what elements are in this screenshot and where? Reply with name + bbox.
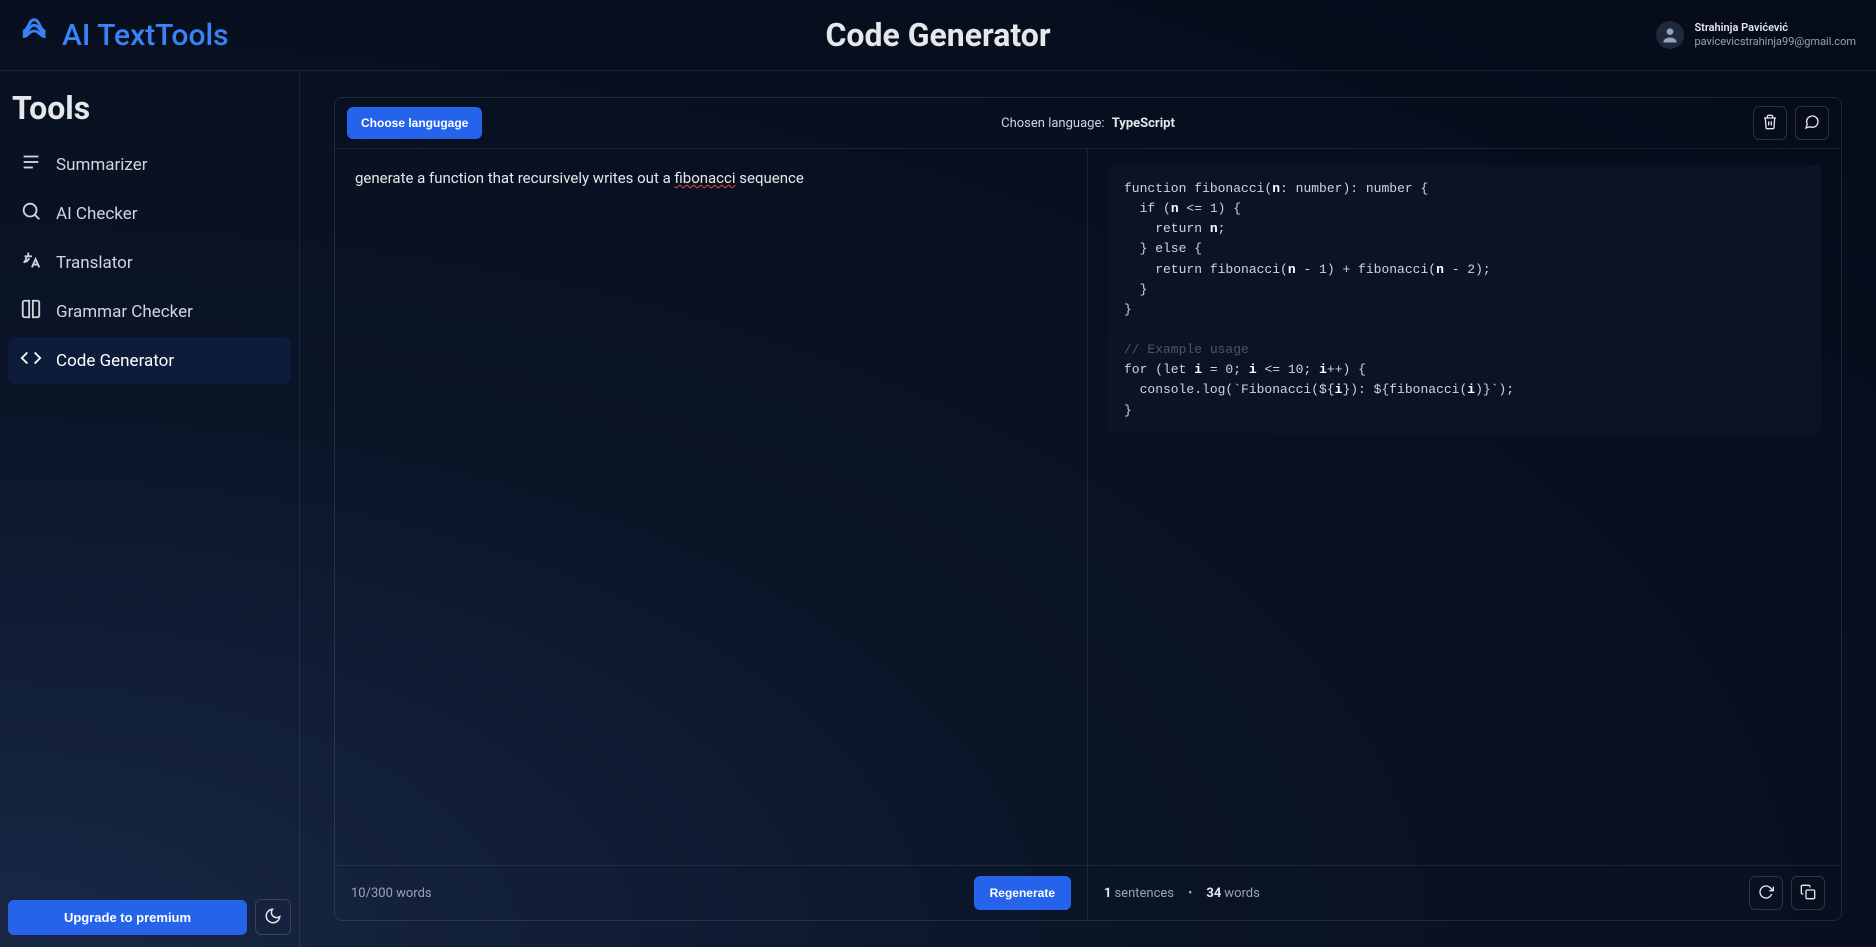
code-icon [20, 347, 42, 374]
copy-output-button[interactable] [1791, 876, 1825, 910]
prompt-text-pre: generate a function that recursively wri… [355, 169, 674, 187]
chosen-language-prefix: Chosen language: [1001, 116, 1104, 131]
sidebar-item-label: Code Generator [56, 351, 174, 371]
avatar [1656, 21, 1684, 49]
sidebar-item-grammar-checker[interactable]: Grammar Checker [8, 288, 291, 335]
sidebar-item-translator[interactable]: Translator [8, 239, 291, 286]
choose-language-button[interactable]: Choose langugage [347, 107, 482, 139]
prompt-text-post: sequence [736, 169, 804, 187]
user-menu[interactable]: Strahinja Pavićević pavicevicstrahinja99… [1656, 21, 1856, 50]
app-header: AI TextTools Code Generator Strahinja Pa… [0, 0, 1876, 71]
chat-icon [1804, 114, 1820, 133]
brand-logo-icon [20, 14, 54, 56]
refresh-icon [1758, 884, 1774, 903]
sidebar-item-summarizer[interactable]: Summarizer [8, 141, 291, 188]
refresh-output-button[interactable] [1749, 876, 1783, 910]
list-icon [20, 151, 42, 178]
search-icon [20, 200, 42, 227]
output-stats: 1sentences • 34words [1104, 886, 1260, 901]
brand-logo[interactable]: AI TextTools [20, 14, 229, 56]
sidebar-item-label: Translator [56, 253, 133, 273]
translate-icon [20, 249, 42, 276]
code-block[interactable]: function fibonacci(n: number): number { … [1108, 165, 1821, 435]
sidebar-title: Tools [8, 89, 291, 141]
theme-toggle-button[interactable] [255, 899, 291, 935]
sentences-value: 1 [1104, 886, 1111, 901]
sidebar: Tools Summarizer AI Checker Translator [0, 71, 300, 947]
prompt-text-misspelled: fibonacci [674, 169, 735, 187]
upgrade-button[interactable]: Upgrade to premium [8, 900, 247, 935]
copy-icon [1800, 884, 1816, 903]
moon-icon [264, 907, 282, 928]
sidebar-item-code-generator[interactable]: Code Generator [8, 337, 291, 384]
regenerate-button[interactable]: Regenerate [974, 876, 1071, 910]
trash-icon [1762, 114, 1778, 133]
sidebar-item-label: Summarizer [56, 155, 148, 175]
sentences-label: sentences [1114, 886, 1174, 901]
delete-button[interactable] [1753, 106, 1787, 140]
brand-name: AI TextTools [62, 18, 229, 53]
user-email: pavicevicstrahinja99@gmail.com [1694, 35, 1856, 49]
panel-header: Choose langugage Chosen language: TypeSc… [335, 98, 1841, 149]
sidebar-item-ai-checker[interactable]: AI Checker [8, 190, 291, 237]
prompt-input[interactable]: generate a function that recursively wri… [335, 149, 1088, 865]
user-name: Strahinja Pavićević [1694, 21, 1856, 35]
words-label: words [1224, 886, 1260, 901]
input-word-counter: 10/300 words [351, 886, 432, 901]
content-area: Choose langugage Chosen language: TypeSc… [300, 71, 1876, 947]
page-title: Code Generator [825, 16, 1050, 54]
book-icon [20, 298, 42, 325]
code-output: function fibonacci(n: number): number { … [1088, 149, 1841, 865]
chosen-language-label: Chosen language: TypeScript [1001, 116, 1175, 131]
stats-separator: • [1188, 886, 1192, 901]
chosen-language-value: TypeScript [1112, 116, 1175, 131]
sidebar-item-label: Grammar Checker [56, 302, 193, 322]
words-value: 34 [1206, 886, 1221, 901]
generator-panel: Choose langugage Chosen language: TypeSc… [334, 97, 1842, 921]
user-text: Strahinja Pavićević pavicevicstrahinja99… [1694, 21, 1856, 50]
feedback-button[interactable] [1795, 106, 1829, 140]
sidebar-item-label: AI Checker [56, 204, 138, 224]
